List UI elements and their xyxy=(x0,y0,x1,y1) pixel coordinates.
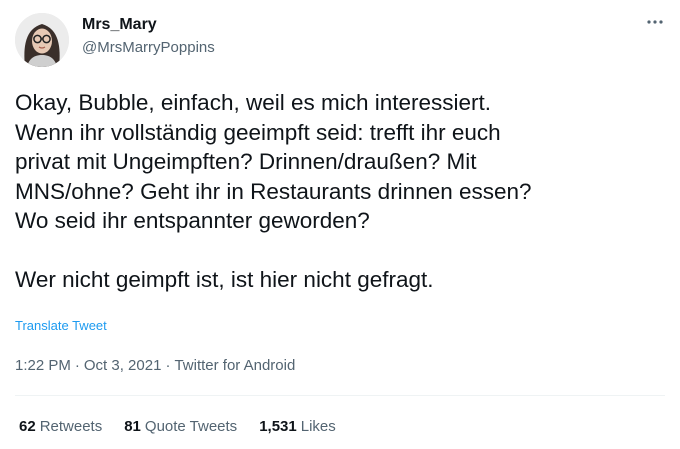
likes-label: Likes xyxy=(300,418,336,435)
tweet-text-line: MNS/ohne? Geht ihr in Restaurants drinne… xyxy=(15,178,532,204)
retweets-label: Retweets xyxy=(39,418,103,435)
tweet-source[interactable]: Twitter for Android xyxy=(174,357,295,374)
tweet-text-line: Wenn ihr vollständig geeimpft seid: tref… xyxy=(15,119,501,145)
tweet-meta: 1:22 PM · Oct 3, 2021 · Twitter for Android xyxy=(15,357,295,374)
tweet-stats: 62 Retweets 81 Quote Tweets 1,531 Likes xyxy=(19,418,336,435)
meta-separator: · xyxy=(74,357,80,374)
more-dots-icon[interactable] xyxy=(644,14,666,30)
likes-count: 1,531 xyxy=(259,418,297,435)
quote-tweets-count: 81 xyxy=(124,418,141,435)
translate-tweet-link[interactable]: Translate Tweet xyxy=(15,318,107,333)
author-handle[interactable]: @MrsMarryPoppins xyxy=(82,39,215,56)
tweet-text-line: Wer nicht geimpft ist, ist hier nicht ge… xyxy=(15,267,434,292)
tweet-text-line: Wo seid ihr entspannter geworden? xyxy=(15,208,370,233)
retweets-count: 62 xyxy=(19,418,36,435)
tweet-card: Mrs_Mary @MrsMarryPoppins Okay, Bubble, … xyxy=(0,0,680,449)
author-name[interactable]: Mrs_Mary xyxy=(82,16,157,34)
likes-stat[interactable]: 1,531 Likes xyxy=(259,418,336,435)
avatar-photo xyxy=(15,13,69,67)
retweets-stat[interactable]: 62 Retweets xyxy=(19,418,102,435)
quote-tweets-label: Quote Tweets xyxy=(144,418,238,435)
tweet-date[interactable]: Oct 3, 2021 xyxy=(84,357,162,374)
tweet-text-line: privat mit Ungeimpften? Drinnen/draußen?… xyxy=(15,149,477,174)
divider xyxy=(15,395,665,396)
avatar[interactable] xyxy=(15,13,69,67)
tweet-time[interactable]: 1:22 PM xyxy=(15,357,71,374)
tweet-text: Okay, Bubble, einfach, weil es mich inte… xyxy=(15,88,665,295)
meta-separator: · xyxy=(165,357,171,374)
quote-tweets-stat[interactable]: 81 Quote Tweets xyxy=(124,418,237,435)
tweet-text-line: Okay, Bubble, einfach, weil es mich inte… xyxy=(15,90,492,115)
